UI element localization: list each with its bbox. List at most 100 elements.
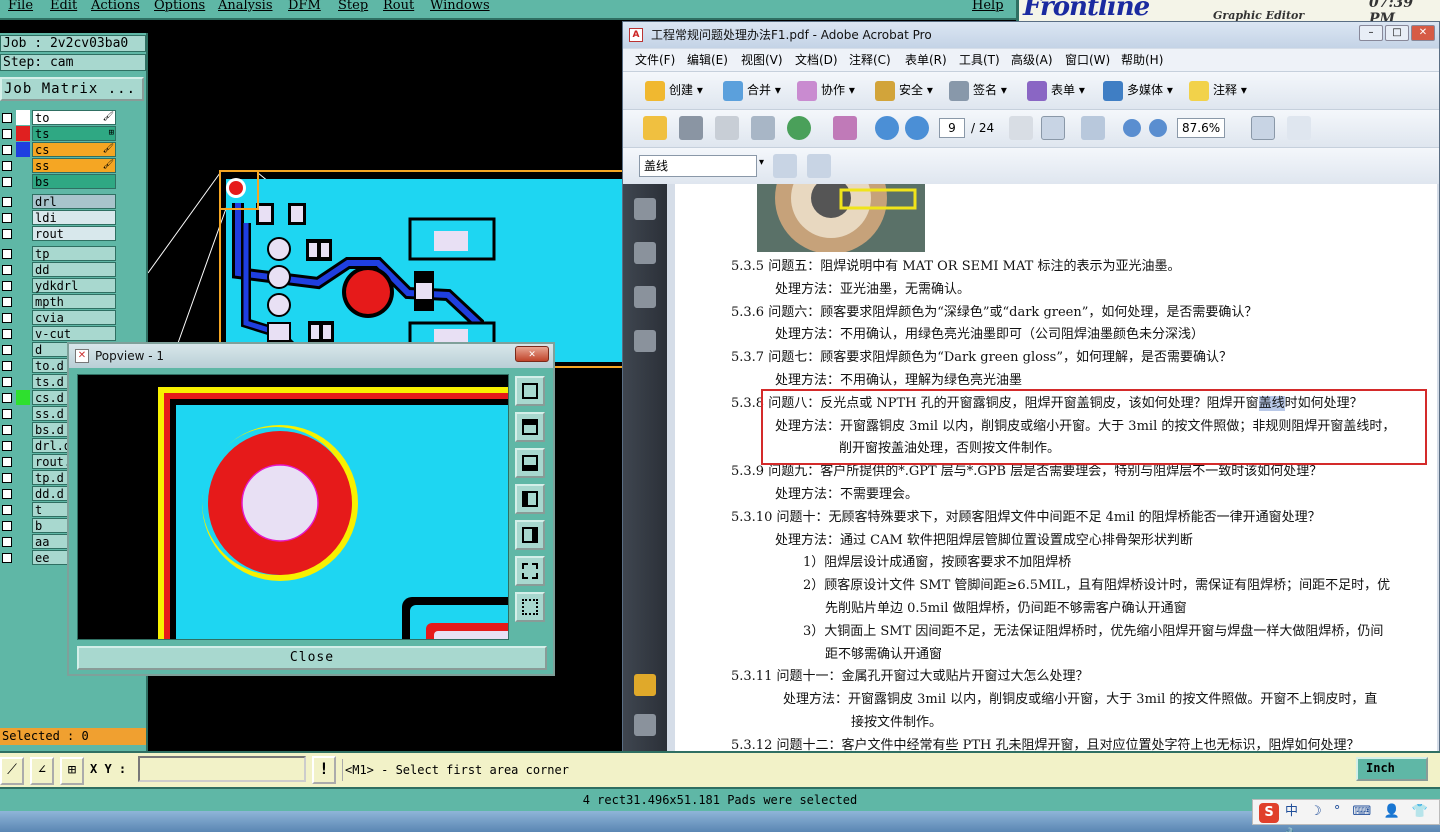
zoom-out-icon[interactable] [1123, 119, 1141, 137]
layer-checkbox[interactable] [2, 265, 12, 275]
menu-edit[interactable]: Edit [50, 0, 77, 12]
find-previous-icon[interactable] [773, 154, 797, 178]
layer-row[interactable]: cvia [0, 310, 118, 325]
layer-color-swatch[interactable] [16, 374, 30, 389]
layer-row[interactable]: dd [0, 262, 118, 277]
layer-checkbox[interactable] [2, 313, 12, 323]
find-next-icon[interactable] [807, 154, 831, 178]
bookmarks-icon[interactable] [634, 242, 656, 264]
angle-icon[interactable]: ∠ [30, 757, 54, 785]
pv-pan-down-icon[interactable] [515, 448, 545, 478]
layer-name[interactable]: mpth [32, 294, 116, 309]
comments-icon[interactable] [634, 674, 656, 696]
ime-tools[interactable]: 中 ☽ ° ⌨ 👤 👕 🔧 [1285, 800, 1439, 832]
layer-row[interactable]: ldi [0, 210, 118, 225]
acro-menu-edit[interactable]: 编辑(E) [687, 49, 728, 71]
acro-menu-advanced[interactable]: 高级(A) [1011, 49, 1053, 71]
layer-row[interactable]: v-cut [0, 326, 118, 341]
search-input[interactable]: 盖线 [639, 155, 757, 177]
edit-object-icon[interactable] [833, 116, 857, 140]
menu-step[interactable]: Step [338, 0, 368, 12]
menu-analysis[interactable]: Analysis [218, 0, 273, 12]
layer-row[interactable]: mpth [0, 294, 118, 309]
layer-color-swatch[interactable] [16, 486, 30, 501]
popview-zoom-svg[interactable] [78, 375, 509, 640]
popview-canvas[interactable] [77, 374, 509, 640]
acro-menu-document[interactable]: 文档(D) [795, 49, 838, 71]
layer-color-swatch[interactable] [16, 470, 30, 485]
layer-checkbox[interactable] [2, 505, 12, 515]
layer-checkbox[interactable] [2, 425, 12, 435]
layer-checkbox[interactable] [2, 361, 12, 371]
layer-color-swatch[interactable] [16, 126, 30, 141]
menu-actions[interactable]: Actions [91, 0, 140, 12]
layer-color-swatch[interactable] [16, 294, 30, 309]
hand-tool-icon[interactable] [1041, 116, 1065, 140]
zoom-input[interactable]: 87.6% [1177, 118, 1225, 138]
layer-row[interactable]: ts ⊞ [0, 126, 118, 141]
zoom-in-icon[interactable] [1149, 119, 1167, 137]
layer-row[interactable]: tp [0, 246, 118, 261]
layer-color-swatch[interactable] [16, 210, 30, 225]
layer-color-swatch[interactable] [16, 422, 30, 437]
layer-checkbox[interactable] [2, 329, 12, 339]
sign-button[interactable]: 签名 ▾ [949, 77, 1007, 103]
layer-color-swatch[interactable] [16, 310, 30, 325]
secure-button[interactable]: 安全 ▾ [875, 77, 933, 103]
layer-row[interactable]: bs [0, 174, 118, 189]
pv-pan-right-icon[interactable] [515, 520, 545, 550]
pages-icon[interactable] [634, 198, 656, 220]
layer-name[interactable]: cvia [32, 310, 116, 325]
pv-zoom-out-icon[interactable] [515, 592, 545, 622]
acro-menu-help[interactable]: 帮助(H) [1121, 49, 1163, 71]
layer-color-swatch[interactable] [16, 390, 30, 405]
exclamation-icon[interactable]: ! [312, 756, 336, 784]
collaborate-button[interactable]: 协作 ▾ [797, 77, 855, 103]
menu-windows[interactable]: Windows [430, 0, 490, 12]
layer-color-swatch[interactable] [16, 110, 30, 125]
layer-color-swatch[interactable] [16, 406, 30, 421]
layer-row[interactable]: cs 🖌 [0, 142, 118, 157]
layer-checkbox[interactable] [2, 197, 12, 207]
layers-icon[interactable] [634, 286, 656, 308]
layer-checkbox[interactable] [2, 441, 12, 451]
popview-close-button[interactable]: Close [77, 646, 547, 670]
layer-color-swatch[interactable] [16, 550, 30, 565]
open-folder-icon[interactable] [643, 116, 667, 140]
layer-checkbox[interactable] [2, 345, 12, 355]
layer-name[interactable]: rout [32, 226, 116, 241]
layer-color-swatch[interactable] [16, 246, 30, 261]
layer-color-swatch[interactable] [16, 326, 30, 341]
layer-name[interactable]: ldi [32, 210, 116, 225]
layer-checkbox[interactable] [2, 521, 12, 531]
measure-icon[interactable]: ⟋ [0, 757, 24, 785]
popview-close-icon[interactable]: ✕ [515, 346, 549, 362]
layer-color-swatch[interactable] [16, 438, 30, 453]
layer-checkbox[interactable] [2, 409, 12, 419]
pv-zoom-fit-icon[interactable] [515, 376, 545, 406]
pv-zoom-in-icon[interactable] [515, 556, 545, 586]
layer-color-swatch[interactable] [16, 502, 30, 517]
layer-name[interactable]: ts [32, 126, 116, 141]
layer-row[interactable]: rout [0, 226, 118, 241]
select-text-icon[interactable] [1009, 116, 1033, 140]
layer-row[interactable]: to 🖌 [0, 110, 118, 125]
layer-checkbox[interactable] [2, 553, 12, 563]
layer-row[interactable]: ss 🖌 [0, 158, 118, 173]
close-icon[interactable]: ✕ [1411, 25, 1435, 41]
xy-input[interactable] [138, 756, 306, 782]
layer-name[interactable]: tp [32, 246, 116, 261]
pv-pan-up-icon[interactable] [515, 412, 545, 442]
layer-name[interactable]: ydkdrl [32, 278, 116, 293]
layer-checkbox[interactable] [2, 281, 12, 291]
layer-color-swatch[interactable] [16, 518, 30, 533]
comment-button[interactable]: 注释 ▾ [1189, 77, 1247, 103]
signatures-icon[interactable] [634, 330, 656, 352]
combine-button[interactable]: 合并 ▾ [723, 77, 781, 103]
save-icon[interactable] [715, 116, 739, 140]
next-page-icon[interactable] [905, 116, 929, 140]
layer-checkbox[interactable] [2, 393, 12, 403]
layer-checkbox[interactable] [2, 537, 12, 547]
acro-menu-comments[interactable]: 注释(C) [849, 49, 891, 71]
layer-checkbox[interactable] [2, 129, 12, 139]
